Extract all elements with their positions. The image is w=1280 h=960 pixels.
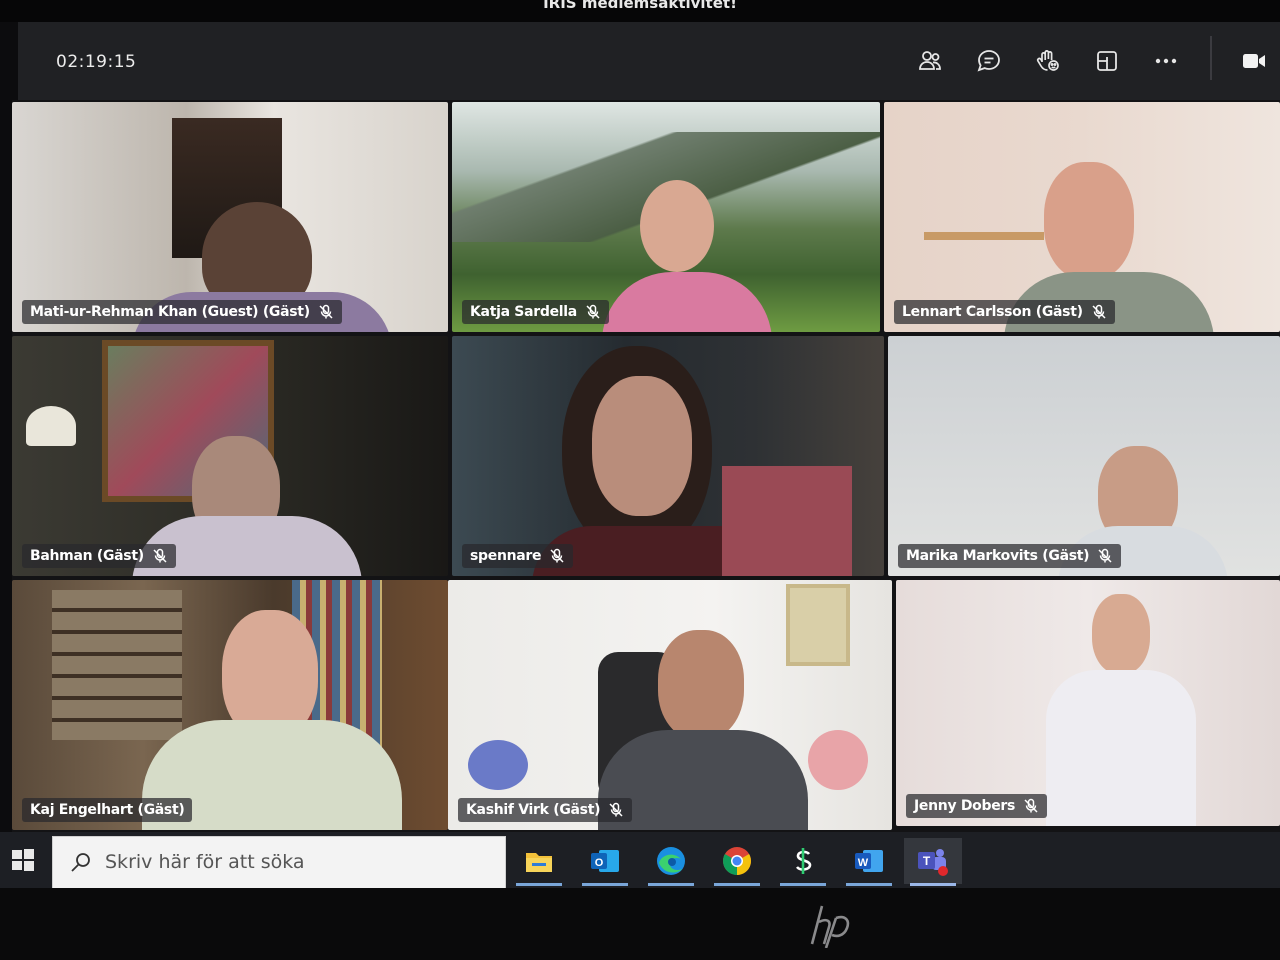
participant-video — [1092, 594, 1150, 674]
money-app-icon — [795, 848, 812, 874]
word-letter: W — [858, 857, 869, 869]
teams-icon: T — [918, 849, 948, 876]
bookshelf — [52, 590, 182, 740]
participants-button[interactable] — [914, 46, 946, 76]
participant-name-tag: Kashif Virk (Gäst) — [458, 798, 633, 822]
participant-name: Lennart Carlsson (Gäst) — [902, 304, 1083, 320]
windows-taskbar: Skriv här för att söka O W T — [0, 832, 1280, 890]
participant-body — [1046, 670, 1196, 826]
running-indicator — [582, 883, 628, 886]
video-tile[interactable]: Bahman (Gäst) — [12, 336, 448, 576]
chat-button[interactable] — [973, 46, 1005, 76]
mic-off-icon — [608, 802, 624, 818]
hp-logo-icon — [810, 905, 850, 948]
running-indicator — [846, 883, 892, 886]
flower-vase — [808, 730, 868, 790]
participant-video — [640, 180, 714, 272]
video-grid: Mati-ur-Rehman Khan (Guest) (Gäst) Katja… — [12, 100, 1280, 832]
word-icon: W — [855, 850, 883, 872]
search-icon — [71, 853, 90, 872]
lamp — [26, 406, 76, 446]
video-tile[interactable]: Katja Sardella — [452, 102, 880, 332]
participant-name: Bahman (Gäst) — [30, 548, 144, 564]
notification-badge — [938, 866, 948, 876]
mic-off-icon — [152, 548, 168, 564]
flower-vase — [468, 740, 528, 790]
participant-name: Jenny Dobers — [914, 798, 1016, 814]
meeting-control-bar: 02:19:15 — [18, 22, 1280, 101]
participant-video — [658, 630, 744, 740]
participant-name-tag: Mati-ur-Rehman Khan (Guest) (Gäst) — [22, 300, 342, 324]
more-options-icon — [1155, 58, 1177, 64]
taskbar-file-explorer[interactable] — [510, 838, 568, 886]
participant-name-tag: Kaj Engelhart (Gäst) — [22, 798, 193, 822]
edge-icon — [657, 847, 685, 875]
raise-hand-icon — [1036, 50, 1059, 71]
patterned-fabric — [722, 466, 852, 576]
taskbar-teams[interactable]: T — [904, 838, 962, 886]
framed-portrait — [786, 584, 850, 666]
video-tile[interactable]: spennare — [452, 336, 884, 576]
mic-off-icon — [1023, 798, 1039, 814]
laptop-bezel — [0, 888, 1280, 960]
wall-shelf — [924, 232, 1044, 240]
video-tile[interactable]: Kashif Virk (Gäst) — [448, 580, 892, 830]
participant-name: Marika Markovits (Gäst) — [906, 548, 1090, 564]
people-icon — [919, 51, 941, 70]
running-indicator — [910, 883, 956, 886]
outlook-icon: O — [591, 850, 619, 872]
mic-off-icon — [585, 304, 601, 320]
video-tile[interactable]: Marika Markovits (Gäst) — [888, 336, 1280, 576]
participant-name: Kaj Engelhart (Gäst) — [30, 802, 185, 818]
running-indicator — [780, 883, 826, 886]
mic-off-icon — [1097, 548, 1113, 564]
participant-video — [1044, 162, 1134, 280]
participant-name: spennare — [470, 548, 542, 564]
search-placeholder: Skriv här för att söka — [105, 851, 305, 873]
start-button[interactable] — [6, 842, 40, 878]
video-tile[interactable]: Mati-ur-Rehman Khan (Guest) (Gäst) — [12, 102, 448, 332]
participant-name-tag: spennare — [462, 544, 574, 568]
outlook-letter: O — [595, 857, 604, 869]
running-indicator — [516, 883, 562, 886]
chrome-icon — [723, 847, 751, 875]
running-indicator — [714, 883, 760, 886]
participant-name-tag: Lennart Carlsson (Gäst) — [894, 300, 1115, 324]
raise-hand-button[interactable] — [1032, 46, 1064, 76]
meeting-timer: 02:19:15 — [56, 52, 137, 72]
video-tile[interactable]: Kaj Engelhart (Gäst) — [12, 580, 448, 830]
windows-logo-icon — [12, 849, 34, 871]
more-options-button[interactable] — [1150, 46, 1182, 76]
taskbar-chrome[interactable] — [708, 838, 766, 886]
mic-off-icon — [549, 548, 565, 564]
running-indicator — [648, 883, 694, 886]
chat-icon — [977, 50, 1000, 72]
taskbar-edge[interactable] — [642, 838, 700, 886]
participant-name: Mati-ur-Rehman Khan (Guest) (Gäst) — [30, 304, 310, 320]
participant-name: Kashif Virk (Gäst) — [466, 802, 601, 818]
participant-name: Katja Sardella — [470, 304, 577, 320]
participant-name-tag: Bahman (Gäst) — [22, 544, 176, 568]
taskbar-money-app[interactable] — [774, 838, 832, 886]
participant-video — [592, 376, 692, 516]
taskbar-outlook[interactable]: O — [576, 838, 634, 886]
taskbar-word[interactable]: W — [840, 838, 898, 886]
camera-icon — [1243, 54, 1265, 68]
participant-name-tag: Katja Sardella — [462, 300, 609, 324]
video-tile[interactable]: Jenny Dobers — [896, 580, 1280, 826]
taskbar-search-box[interactable]: Skriv här för att söka — [52, 836, 506, 890]
rooms-icon — [1097, 51, 1117, 71]
teams-letter: T — [923, 854, 931, 868]
breakout-rooms-button[interactable] — [1091, 46, 1123, 76]
toolbar-divider — [1210, 36, 1212, 80]
participant-name-tag: Marika Markovits (Gäst) — [898, 544, 1122, 568]
screen-top-bezel: IRIS medlemsaktivitet! — [0, 0, 1280, 22]
video-tile[interactable]: Lennart Carlsson (Gäst) — [884, 102, 1280, 332]
mic-off-icon — [1091, 304, 1107, 320]
window-title: IRIS medlemsaktivitet! — [543, 0, 737, 12]
mic-off-icon — [318, 304, 334, 320]
file-explorer-icon — [526, 853, 552, 872]
participant-name-tag: Jenny Dobers — [906, 794, 1048, 818]
camera-button[interactable] — [1238, 46, 1270, 76]
